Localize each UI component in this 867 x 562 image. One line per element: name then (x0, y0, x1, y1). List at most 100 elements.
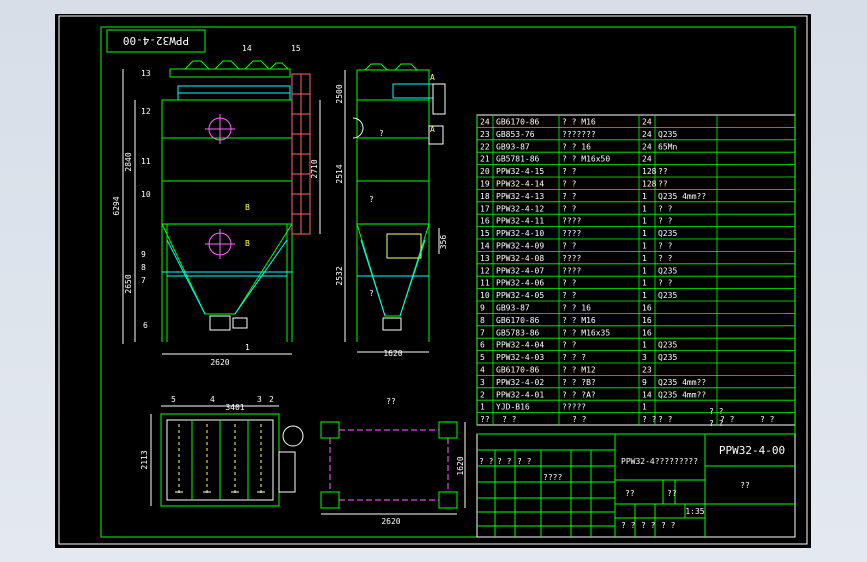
bom-cell-mat: 65Mn (658, 142, 677, 151)
bom-cell-name: ? ? ?A? (562, 390, 596, 399)
bom-cell-mat: ? ? (658, 254, 673, 263)
svg-text:13: 13 (141, 69, 151, 78)
bom-cell-no: 9 (480, 304, 485, 313)
bom-cell-mat: Q235 (658, 341, 677, 350)
svg-text:? ?: ? ? (641, 521, 656, 530)
bom-cell-qty: 1 (642, 403, 647, 412)
bom-cell-name: ? ? M12 (562, 366, 596, 375)
bom-cell-qty: 23 (642, 366, 652, 375)
bom-cell-no: 13 (480, 254, 490, 263)
svg-text:??: ?? (625, 489, 635, 498)
title-name: PPW32-4????????? (621, 457, 698, 466)
bom-header-cell: ? ? (658, 415, 673, 424)
svg-text:9: 9 (141, 250, 146, 259)
bom-cell-name: ? ? (562, 180, 577, 189)
bom-cell-code: GB6170-86 (496, 366, 540, 375)
side-dim-small: 356 (439, 235, 448, 250)
side-dim-top: 2500 (335, 84, 344, 103)
bom-cell-no: 19 (480, 180, 490, 189)
bom-cell-qty: 1 (642, 291, 647, 300)
side-balloon-2: ? (369, 195, 374, 204)
svg-text:1: 1 (245, 343, 250, 352)
bom-cell-mat: Q235 4mm?? (658, 192, 706, 201)
svg-text:7: 7 (141, 276, 146, 285)
bom-cell-name: ? ? (562, 167, 577, 176)
svg-text:????: ???? (543, 473, 562, 482)
bom-cell-no: 6 (480, 341, 485, 350)
bom-cell-name: ? ? 16 (562, 142, 591, 151)
bom-cell-mat: Q235 4mm?? (658, 378, 706, 387)
bom-cell-mat: ? ? (658, 242, 673, 251)
bom-cell-code: PPW32-4-10 (496, 229, 544, 238)
drawing-canvas[interactable]: PPW32-4-00 6294 2840 2650 2710 2620 14 1… (55, 14, 811, 548)
svg-text:? ?: ? ? (517, 457, 532, 466)
section-b-mark: B (245, 203, 250, 212)
bom-cell-qty: 16 (642, 316, 652, 325)
plan-dim-height: 2113 (140, 450, 149, 469)
bom-cell-code: PPW32-4-06 (496, 279, 544, 288)
bom-cell-name: ? ? ?B? (562, 378, 596, 387)
bom-cell-qty: 24 (642, 142, 652, 151)
bom-cell-no: 10 (480, 291, 490, 300)
bom-cell-qty: 128 (642, 180, 657, 189)
bom-cell-qty: 1 (642, 217, 647, 226)
bom-cell-code: GB853-76 (496, 130, 535, 139)
side-dim-lower: 2532 (335, 266, 344, 285)
svg-text:? ?: ? ? (621, 521, 636, 530)
bom-header-cell: ?? (480, 415, 490, 424)
svg-text:??: ?? (667, 489, 677, 498)
bom-cell-name: ? ? (562, 279, 577, 288)
svg-text:? ?: ? ? (497, 457, 512, 466)
svg-text:2: 2 (269, 395, 274, 404)
bom-cell-name: ? ? M16x50 (562, 155, 610, 164)
bom-cell-no: 5 (480, 353, 485, 362)
bom-cell-no: 21 (480, 155, 490, 164)
bom-cell-mat: Q235 (658, 291, 677, 300)
bom-cell-code: GB6170-86 (496, 316, 540, 325)
cad-viewport[interactable]: PPW32-4-00 6294 2840 2650 2710 2620 14 1… (0, 0, 867, 562)
bom-cell-code: PPW32-4-04 (496, 341, 544, 350)
bom-cell-mat: Q235 (658, 353, 677, 362)
bom-cell-no: 18 (480, 192, 490, 201)
bom-cell-no: 22 (480, 142, 490, 151)
bom-cell-name: ? ? M16 (562, 118, 596, 127)
bom-cell-name: ? ? (562, 242, 577, 251)
bom-cell-code: PPW32-4-09 (496, 242, 544, 251)
bom-cell-code: PPW32-4-12 (496, 204, 544, 213)
bom-cell-no: 1 (480, 403, 485, 412)
dim-side-height: 2710 (310, 159, 319, 178)
bom-cell-mat: ? ? (658, 279, 673, 288)
section-a-mark: A (430, 73, 435, 82)
bom-cell-mat: ? ? (658, 217, 673, 226)
bom-cell-no: 14 (480, 242, 490, 251)
bom-cell-name: ? ? (562, 192, 577, 201)
bom-cell-code: PPW32-4-14 (496, 180, 544, 189)
bom-cell-no: 16 (480, 217, 490, 226)
plan-balloons: 5 4 3 2 (171, 395, 274, 404)
drawing-svg: PPW32-4-00 6294 2840 2650 2710 2620 14 1… (58, 15, 808, 545)
title-scale: 1:35 (685, 507, 704, 516)
bom-cell-no: 15 (480, 229, 490, 238)
bom-cell-qty: 1 (642, 192, 647, 201)
bom-cell-code: YJD-B16 (496, 403, 530, 412)
bom-header-cell: ? ? (760, 415, 775, 424)
bom-cell-qty: 1 (642, 341, 647, 350)
dim-lower-height: 2650 (124, 274, 133, 293)
bom-cell-qty: 128 (642, 167, 657, 176)
bom-cell-mat: ?? (658, 180, 668, 189)
svg-text:? ?: ? ? (661, 521, 676, 530)
bom-cell-name: ? ? (562, 291, 577, 300)
bom-cell-code: PPW32-4-02 (496, 378, 544, 387)
bom-cell-name: ? ? M16 (562, 316, 596, 325)
svg-text:11: 11 (141, 157, 151, 166)
bom-cell-code: GB5783-86 (496, 328, 540, 337)
dim-overall-height: 6294 (112, 196, 121, 215)
bom-cell-name: ???? (562, 266, 581, 275)
bom-cell-name: ? ? ? (562, 353, 586, 362)
bom-cell-code: GB93-87 (496, 142, 530, 151)
bom-cell-no: 24 (480, 118, 490, 127)
bom-cell-qty: 3 (642, 353, 647, 362)
bom-cell-name: ? ? 16 (562, 304, 591, 313)
bom-cell-code: PPW32-4-03 (496, 353, 544, 362)
bom-cell-qty: 1 (642, 229, 647, 238)
